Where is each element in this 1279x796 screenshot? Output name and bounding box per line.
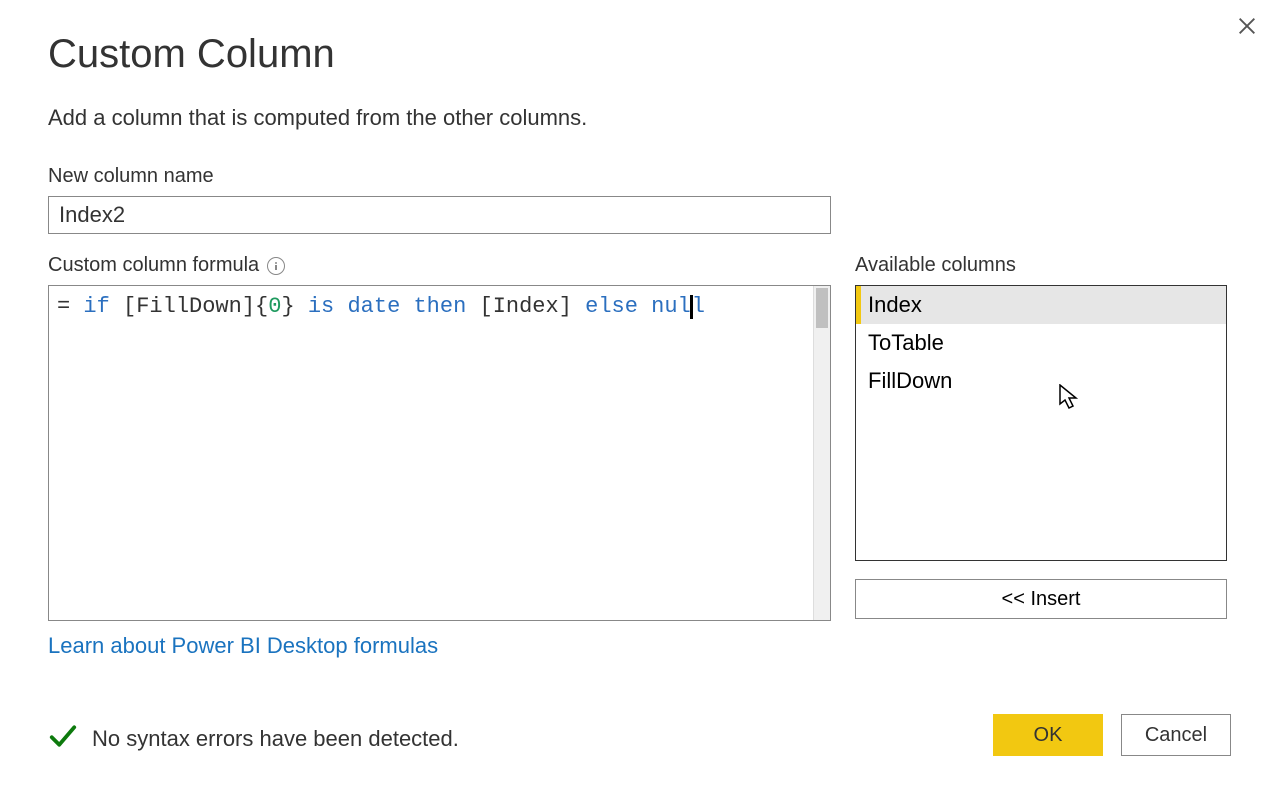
info-icon[interactable] bbox=[267, 257, 285, 275]
formula-editor[interactable]: = if [FillDown]{0} is date then [Index] … bbox=[48, 285, 831, 621]
custom-column-dialog: Custom Column Add a column that is compu… bbox=[0, 0, 1279, 796]
column-item-totable[interactable]: ToTable bbox=[856, 324, 1226, 362]
cancel-button[interactable]: Cancel bbox=[1121, 714, 1231, 756]
insert-button[interactable]: << Insert bbox=[855, 579, 1227, 619]
check-icon bbox=[48, 721, 78, 756]
ok-button[interactable]: OK bbox=[993, 714, 1103, 756]
status-row: No syntax errors have been detected. bbox=[48, 721, 459, 756]
column-item-filldown[interactable]: FillDown bbox=[856, 362, 1226, 400]
dialog-title: Custom Column bbox=[48, 32, 1231, 77]
formula-scrollbar[interactable] bbox=[813, 286, 830, 620]
close-button[interactable] bbox=[1229, 8, 1265, 44]
dialog-subtitle: Add a column that is computed from the o… bbox=[48, 105, 1231, 131]
status-text: No syntax errors have been detected. bbox=[92, 726, 459, 752]
column-item-index[interactable]: Index bbox=[856, 286, 1226, 324]
formula-label: Custom column formula bbox=[48, 254, 259, 277]
scrollbar-thumb[interactable] bbox=[816, 288, 828, 328]
available-columns-label: Available columns bbox=[855, 254, 1227, 277]
close-icon bbox=[1236, 15, 1258, 37]
new-column-name-label: New column name bbox=[48, 165, 1231, 188]
formula-content[interactable]: = if [FillDown]{0} is date then [Index] … bbox=[49, 286, 813, 620]
new-column-name-input[interactable] bbox=[48, 196, 831, 234]
available-columns-list[interactable]: Index ToTable FillDown bbox=[855, 285, 1227, 561]
learn-link[interactable]: Learn about Power BI Desktop formulas bbox=[48, 633, 438, 659]
